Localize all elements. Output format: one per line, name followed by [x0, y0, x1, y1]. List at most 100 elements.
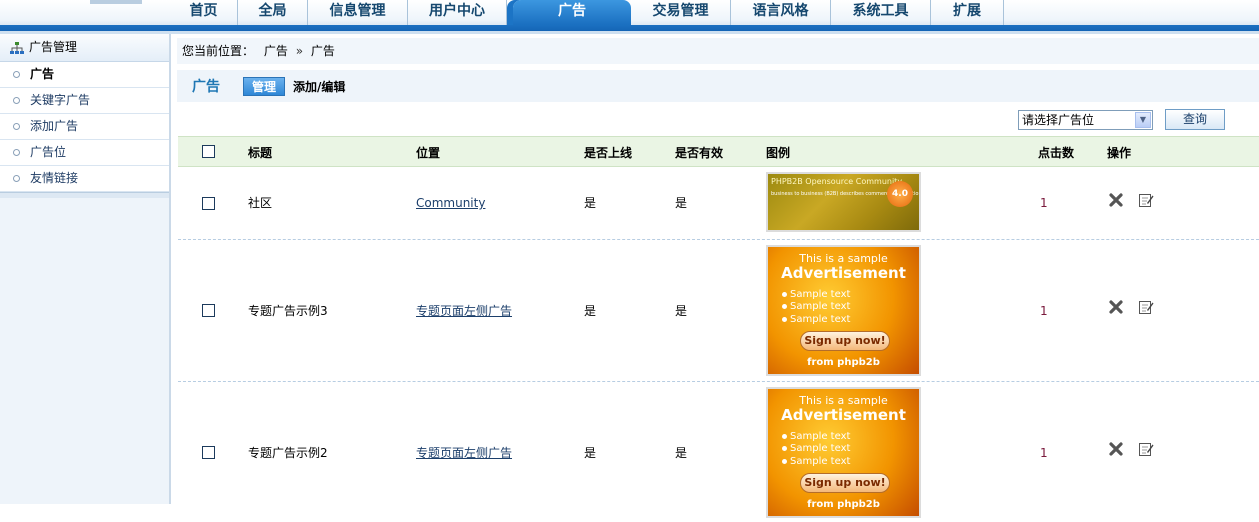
tree-icon: [10, 41, 24, 54]
row-position-link[interactable]: Community: [416, 196, 485, 210]
ad-big-line: Sample text: [782, 289, 850, 300]
breadcrumb-level1[interactable]: 广告: [264, 44, 288, 58]
bullet-icon: [13, 71, 20, 78]
sidebar-item-label: 广告位: [30, 145, 67, 159]
ad-preview-image[interactable]: This is a sample Advertisement Sample te…: [766, 387, 921, 518]
sidebar-item-label: 添加广告: [30, 119, 79, 133]
col-header-actions: 操作: [1107, 146, 1132, 160]
ads-table: 标题 位置 是否上线 是否有效 图例 点击数 操作 社区 Community 是…: [178, 136, 1259, 522]
row-title: 社区: [248, 196, 273, 210]
delete-x-icon[interactable]: [1108, 192, 1124, 208]
logo-stub: [90, 0, 142, 4]
row-valid: 是: [675, 196, 688, 210]
ad-small-body: business to business (B2B) describes com…: [771, 191, 919, 197]
ad-big-headline: Advertisement: [781, 264, 906, 282]
sidebar: 广告管理 广告 关键字广告 添加广告 广告位 友情链接: [0, 34, 171, 504]
row-valid: 是: [675, 304, 688, 318]
sidebar-title: 广告管理: [29, 40, 78, 54]
col-header-clicks: 点击数: [1038, 146, 1075, 160]
row-checkbox[interactable]: [202, 197, 215, 210]
row-clicks: 1: [1040, 196, 1048, 210]
nav-info-manage[interactable]: 信息管理: [308, 0, 408, 25]
ad-position-select[interactable]: 请选择广告位 ▼: [1018, 109, 1153, 130]
edit-icon[interactable]: [1138, 441, 1154, 457]
col-header-title: 标题: [248, 146, 273, 160]
nav-ads[interactable]: 广告: [513, 0, 631, 25]
row-position-link[interactable]: 专题页面左侧广告: [416, 302, 512, 319]
nav-extend[interactable]: 扩展: [931, 0, 1004, 25]
ad-big-signup: Sign up now!: [800, 331, 890, 351]
edit-icon[interactable]: [1138, 299, 1154, 315]
ad-big-footer: from phpb2b: [807, 357, 880, 368]
ad-big-line: Sample text: [782, 443, 850, 454]
sidebar-item-ads[interactable]: 广告: [0, 62, 169, 88]
ad-big-line: Sample text: [782, 301, 850, 312]
nav-global[interactable]: 全局: [238, 0, 308, 25]
nav-home[interactable]: 首页: [170, 0, 238, 25]
chevron-down-icon[interactable]: ▼: [1135, 111, 1151, 128]
ad-preview-image[interactable]: PHPB2B Opensource Community business to …: [766, 172, 921, 232]
row-clicks: 1: [1040, 304, 1048, 318]
sidebar-item-friend-links[interactable]: 友情链接: [0, 166, 169, 192]
ad-big-footer: from phpb2b: [807, 499, 880, 510]
breadcrumb-separator: »: [295, 44, 304, 58]
ad-small-badge: 4.0: [887, 181, 913, 207]
ad-preview-image[interactable]: This is a sample Advertisement Sample te…: [766, 245, 921, 376]
sidebar-item-ad-positions[interactable]: 广告位: [0, 140, 169, 166]
select-all-checkbox[interactable]: [202, 145, 215, 158]
edit-icon[interactable]: [1138, 192, 1154, 208]
nav-trade-manage[interactable]: 交易管理: [631, 0, 731, 25]
sidebar-item-add-ad[interactable]: 添加广告: [0, 114, 169, 140]
filter-bar: 请选择广告位 ▼ 查询: [1018, 109, 1225, 130]
ad-big-headline: Advertisement: [781, 406, 906, 424]
breadcrumb-level2[interactable]: 广告: [311, 44, 335, 58]
delete-x-icon[interactable]: [1108, 441, 1124, 457]
section-titlebar: 广告 管理 添加/编辑: [177, 70, 1259, 102]
bullet-icon: [13, 123, 20, 130]
select-value: 请选择广告位: [1022, 112, 1095, 127]
row-title: 专题广告示例3: [248, 304, 328, 318]
top-navigation: 首页 全局 信息管理 用户中心 广告 交易管理 语言风格 系统工具 扩展: [0, 0, 1259, 34]
row-clicks: 1: [1040, 446, 1048, 460]
nav-system-tools[interactable]: 系统工具: [831, 0, 931, 25]
breadcrumb: 您当前位置： 广告 » 广告: [177, 38, 1259, 64]
main-content: 您当前位置： 广告 » 广告 广告 管理 添加/编辑 请选择广告位 ▼ 查询 标…: [171, 34, 1259, 518]
query-button[interactable]: 查询: [1165, 109, 1225, 130]
row-checkbox[interactable]: [202, 446, 215, 459]
table-row: 专题广告示例3 专题页面左侧广告 是 是 This is a sample Ad…: [178, 240, 1259, 382]
col-header-position: 位置: [416, 146, 441, 160]
table-row: 社区 Community 是 是 PHPB2B Opensource Commu…: [178, 167, 1259, 240]
sidebar-header: 广告管理: [0, 34, 169, 62]
sidebar-item-label: 关键字广告: [30, 93, 91, 107]
tab-add-edit[interactable]: 添加/编辑: [293, 78, 345, 95]
row-valid: 是: [675, 446, 688, 460]
ad-big-line: Sample text: [782, 314, 850, 325]
row-online: 是: [584, 196, 597, 210]
col-header-preview: 图例: [766, 146, 791, 160]
row-online: 是: [584, 304, 597, 318]
table-header: 标题 位置 是否上线 是否有效 图例 点击数 操作: [178, 136, 1259, 167]
main-nav: 首页 全局 信息管理 用户中心 广告 交易管理 语言风格 系统工具 扩展: [170, 0, 1004, 25]
row-checkbox[interactable]: [202, 304, 215, 317]
sidebar-item-label: 广告: [30, 67, 55, 81]
tab-manage[interactable]: 管理: [243, 76, 286, 96]
col-header-valid: 是否有效: [675, 146, 724, 160]
ad-small-title: PHPB2B Opensource Community: [771, 177, 903, 186]
sidebar-item-label: 友情链接: [30, 171, 79, 185]
bullet-icon: [13, 175, 20, 182]
row-online: 是: [584, 446, 597, 460]
bullet-icon: [13, 97, 20, 104]
col-header-online: 是否上线: [584, 146, 633, 160]
row-position-link[interactable]: 专题页面左侧广告: [416, 444, 512, 461]
nav-language-style[interactable]: 语言风格: [731, 0, 831, 25]
sidebar-divider: [0, 192, 169, 198]
ad-big-signup: Sign up now!: [800, 473, 890, 493]
page-title: 广告: [192, 79, 220, 95]
breadcrumb-prefix: 您当前位置：: [182, 44, 255, 58]
sidebar-item-keyword-ads[interactable]: 关键字广告: [0, 88, 169, 114]
row-title: 专题广告示例2: [248, 446, 328, 460]
ad-big-line: Sample text: [782, 431, 850, 442]
delete-x-icon[interactable]: [1108, 299, 1124, 315]
nav-user-center[interactable]: 用户中心: [408, 0, 507, 25]
bullet-icon: [13, 149, 20, 156]
